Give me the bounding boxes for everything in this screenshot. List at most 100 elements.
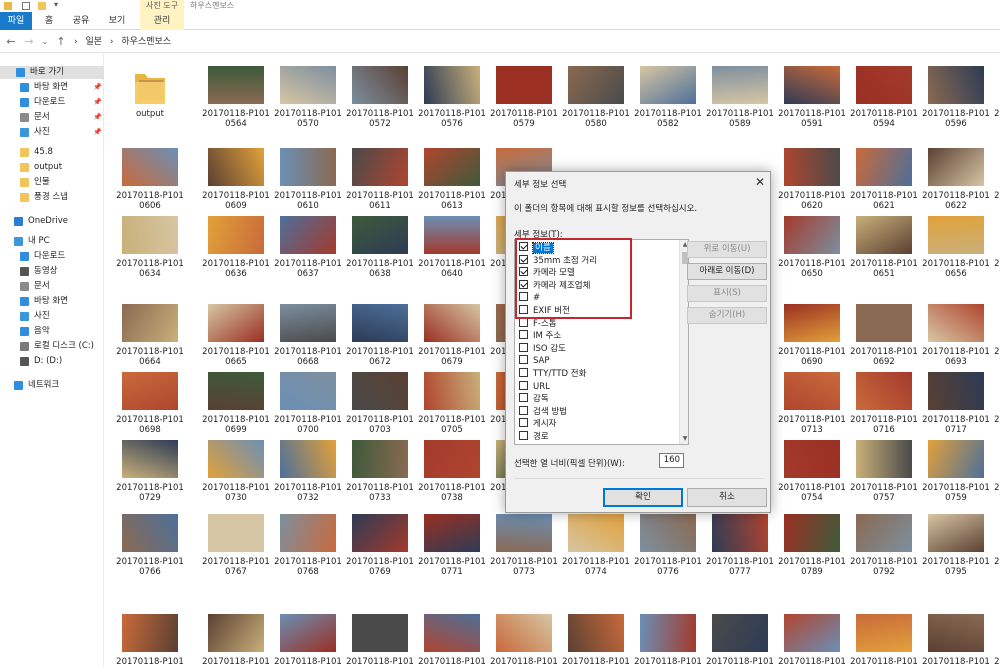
- file-item[interactable]: 20170118-P101 0774: [560, 514, 632, 586]
- properties-icon[interactable]: [22, 2, 30, 10]
- nav-item[interactable]: 문서 📌: [0, 111, 104, 124]
- file-item[interactable]: 20170118-P101 0789: [776, 514, 848, 586]
- detail-option[interactable]: ISO 감도: [519, 342, 566, 355]
- file-item[interactable]: 20170118-P101: [920, 614, 992, 667]
- file-item[interactable]: 20170118-P101 0713: [776, 372, 848, 444]
- detail-option[interactable]: 검색 방법: [519, 405, 567, 418]
- file-item[interactable]: 20170118-P101: [848, 614, 920, 667]
- file-item[interactable]: 20170118-P101 0638: [344, 216, 416, 288]
- file-item[interactable]: 20170118-P101 0610: [272, 148, 344, 220]
- file-item[interactable]: 20170118-P101 0668: [272, 304, 344, 376]
- nav-item[interactable]: 음악: [0, 325, 104, 338]
- file-item[interactable]: 20170118-P101 0576: [416, 66, 488, 138]
- file-item[interactable]: 20170118-P101 0796: [992, 514, 1000, 586]
- file-item[interactable]: 20170118-P101 0757: [848, 440, 920, 512]
- nav-item[interactable]: 동영상: [0, 265, 104, 278]
- detail-option[interactable]: F-스톱: [519, 317, 557, 330]
- nav-item[interactable]: 네트워크: [0, 379, 104, 392]
- breadcrumb-item[interactable]: 일본: [85, 37, 102, 47]
- file-item[interactable]: 20170118-P101: [200, 614, 272, 667]
- file-item[interactable]: 20170118-P101 0564: [200, 66, 272, 138]
- nav-item[interactable]: 바탕 화면: [0, 295, 104, 308]
- file-item[interactable]: 20170118-P101 0650: [776, 216, 848, 288]
- nav-item[interactable]: 다운로드 📌: [0, 96, 104, 109]
- ok-button[interactable]: 확인: [603, 488, 683, 507]
- file-item[interactable]: 20170118-P101 0696: [992, 304, 1000, 376]
- file-item[interactable]: 20170118-P101 0613: [416, 148, 488, 220]
- checkbox[interactable]: [519, 405, 528, 415]
- show-button[interactable]: 표시(S): [687, 285, 767, 302]
- breadcrumb-item[interactable]: 하우스멘보스: [121, 37, 171, 47]
- nav-item[interactable]: D: (D:): [0, 355, 104, 368]
- scroll-down-icon[interactable]: ▼: [680, 434, 688, 444]
- forward-icon[interactable]: →: [22, 35, 36, 49]
- file-item[interactable]: 20170118-P101 0733: [344, 440, 416, 512]
- nav-item[interactable]: 사진: [0, 310, 104, 323]
- file-item[interactable]: 20170118-P101 0606: [114, 148, 186, 220]
- nav-item[interactable]: 문서: [0, 280, 104, 293]
- nav-item[interactable]: 다운로드: [0, 250, 104, 263]
- file-item[interactable]: 20170118-P101 0760: [992, 440, 1000, 512]
- file-item[interactable]: 20170118-P101 0792: [848, 514, 920, 586]
- breadcrumb[interactable]: › 일본 › 하우스멘보스: [74, 35, 176, 49]
- tab-view[interactable]: 보기: [102, 12, 132, 30]
- file-item[interactable]: 20170118-P101: [560, 614, 632, 667]
- file-item[interactable]: 20170118-P101 0636: [200, 216, 272, 288]
- file-item[interactable]: 20170118-P101 0716: [848, 372, 920, 444]
- checkbox[interactable]: [519, 355, 528, 365]
- file-item[interactable]: 20170118-P101 0754: [776, 440, 848, 512]
- hide-button[interactable]: 숨기기(H): [687, 307, 767, 324]
- file-item[interactable]: 20170118-P101 0732: [272, 440, 344, 512]
- file-item[interactable]: 20170118-P101 0591: [776, 66, 848, 138]
- file-item[interactable]: 20170118-P101: [416, 614, 488, 667]
- checkbox[interactable]: [519, 393, 528, 403]
- file-item[interactable]: 20170118-P101 0700: [272, 372, 344, 444]
- tab-file[interactable]: 파일: [0, 12, 32, 30]
- tab-manage[interactable]: 관리: [140, 12, 184, 30]
- file-item[interactable]: 20170118-P101 0693: [920, 304, 992, 376]
- file-item[interactable]: 20170118-P101 0690: [776, 304, 848, 376]
- detail-option[interactable]: 게시자: [519, 418, 556, 430]
- file-item[interactable]: 20170118-P101 0777: [704, 514, 776, 586]
- nav-item[interactable]: 내 PC: [0, 235, 104, 248]
- nav-item[interactable]: 인물: [0, 176, 104, 189]
- file-item[interactable]: 20170118-P101 0596: [920, 66, 992, 138]
- file-item[interactable]: 20170118-P101: [114, 614, 186, 667]
- file-item[interactable]: 20170118-P101 0579: [488, 66, 560, 138]
- nav-item[interactable]: 바탕 화면 📌: [0, 81, 104, 94]
- file-item[interactable]: 20170118-P101 0580: [560, 66, 632, 138]
- nav-item[interactable]: output: [0, 161, 104, 174]
- checkbox[interactable]: [519, 330, 528, 340]
- quick-access-dropdown-icon[interactable]: ▾: [54, 1, 62, 9]
- file-item[interactable]: 20170118-P101: [776, 614, 848, 667]
- file-item[interactable]: 20170118-P101 0664: [114, 304, 186, 376]
- close-icon[interactable]: ✕: [753, 175, 767, 189]
- file-item[interactable]: 20170118-P101 0729: [114, 440, 186, 512]
- file-item[interactable]: 20170118-P101: [344, 614, 416, 667]
- detail-option[interactable]: URL: [519, 380, 550, 393]
- file-item[interactable]: 20170118-P101 0598: [992, 66, 1000, 138]
- back-icon[interactable]: ←: [4, 35, 18, 49]
- file-item[interactable]: 20170118-P101 0594: [848, 66, 920, 138]
- file-item[interactable]: 20170118-P101 0679: [416, 304, 488, 376]
- file-item[interactable]: 20170118-P101 0730: [200, 440, 272, 512]
- column-width-input[interactable]: 160: [659, 453, 684, 468]
- file-item[interactable]: 20170118-P101 0766: [114, 514, 186, 586]
- cancel-button[interactable]: 취소: [687, 488, 767, 507]
- file-item[interactable]: 20170118-P101 0620: [776, 148, 848, 220]
- file-item[interactable]: 20170118-P101 0705: [416, 372, 488, 444]
- checkbox[interactable]: [519, 368, 528, 377]
- recent-dropdown-icon[interactable]: ⌄: [38, 35, 52, 49]
- new-folder-icon[interactable]: [38, 2, 46, 10]
- file-item[interactable]: 20170118-P101 0622: [920, 148, 992, 220]
- file-item[interactable]: 20170118-P101 0572: [344, 66, 416, 138]
- file-item[interactable]: 20170118-P101 0611: [344, 148, 416, 220]
- file-item[interactable]: 20170118-P101 0776: [632, 514, 704, 586]
- tab-share[interactable]: 공유: [66, 12, 96, 30]
- nav-item[interactable]: 로컬 디스크 (C:): [0, 340, 104, 353]
- nav-item[interactable]: OneDrive: [0, 215, 104, 228]
- file-item[interactable]: 20170118-P101 0658: [992, 216, 1000, 288]
- file-item[interactable]: 20170118-P101: [992, 614, 1000, 667]
- file-item[interactable]: 20170118-P101 0582: [632, 66, 704, 138]
- file-item[interactable]: 20170118-P101 0651: [848, 216, 920, 288]
